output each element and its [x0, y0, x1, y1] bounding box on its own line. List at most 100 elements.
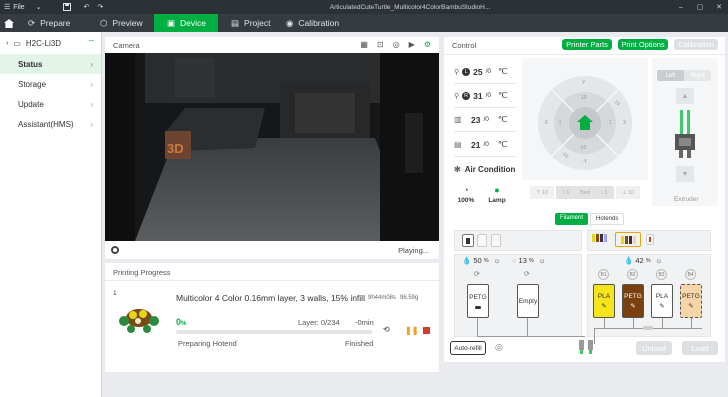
refresh-icon[interactable]: ⟲ [383, 325, 390, 334]
slot-refresh-icon[interactable]: ⟳ [474, 270, 480, 278]
jog-inner-down[interactable]: -10 [579, 145, 586, 151]
redo-icon[interactable]: ↷ [93, 0, 107, 14]
device-name: H2C-Li3D [25, 38, 62, 48]
printer-parts-button[interactable]: Printer Parts [562, 39, 612, 50]
stop-button[interactable] [423, 327, 430, 334]
tab-filament[interactable]: Filament [555, 213, 589, 225]
bed-down-1[interactable]: ↓ 1 [594, 186, 614, 199]
slot-dot [624, 235, 628, 244]
save-icon[interactable] [59, 0, 75, 14]
jog-y-down[interactable]: -Y [582, 159, 587, 165]
fan-speed[interactable]: ◔ 100% [457, 185, 475, 204]
arrow-down-icon: ↓ [600, 189, 604, 196]
menu-button[interactable]: ☰ File ⌄ [0, 0, 45, 14]
minimize-icon[interactable]: – [672, 0, 690, 14]
slot-material: PETG [469, 293, 487, 301]
recording-icon[interactable]: ⊡ [377, 40, 384, 49]
sidebar-item-assistant[interactable]: Assistant(HMS) › [0, 114, 101, 134]
tab-preview[interactable]: ⬡ Preview [78, 14, 154, 32]
air-condition-button[interactable]: ✼ Air Condition [454, 165, 515, 174]
temp-target: /0 [483, 141, 489, 148]
jog-inner-left[interactable]: -1 [557, 120, 561, 126]
print-stage: Preparing Hotend [178, 339, 237, 348]
ams-unit-button[interactable] [491, 234, 501, 247]
ams-unit-button[interactable] [462, 234, 474, 247]
progress-percent: 0% [176, 317, 186, 327]
chevron-down-icon: ⌄ [35, 4, 42, 11]
lamp-button[interactable]: ● Lamp [486, 185, 508, 204]
ams-unit-ht[interactable] [646, 234, 654, 245]
tab-calibration[interactable]: ◉ Calibration [280, 14, 347, 32]
wifi-icon: ⌔ [87, 38, 95, 47]
tab-label: Preview [112, 18, 143, 28]
unload-button[interactable]: Unload [636, 341, 672, 355]
bed-up-1[interactable]: ↑ 1 [556, 186, 576, 199]
jog-inner-up[interactable]: 10 [581, 95, 587, 101]
home-icon[interactable] [0, 14, 18, 32]
pause-button[interactable]: ❚❚ [405, 326, 418, 335]
svg-text:3D: 3D [167, 141, 184, 156]
ams-unit-4slot-icon[interactable] [592, 234, 607, 242]
edit-icon[interactable]: ✎ [630, 302, 635, 310]
jog-x-right[interactable]: X [623, 120, 626, 126]
finish-label: Finished [345, 339, 374, 348]
undo-icon[interactable]: ↶ [79, 0, 93, 14]
jog-x-left[interactable]: -X [543, 120, 548, 126]
extruder-down-button[interactable]: ▼ [676, 166, 694, 182]
temp-value: 25 [473, 66, 483, 77]
timelapse-icon[interactable]: ▦ [360, 40, 368, 49]
lamp-label: Lamp [488, 197, 506, 204]
extruder-up-button[interactable]: ▲ [676, 88, 694, 104]
filament-path [477, 336, 585, 337]
ams-unit-button[interactable] [477, 234, 487, 247]
calibration-button[interactable]: Calibration [674, 39, 718, 50]
filament-slot-a1[interactable]: PETG [467, 284, 489, 318]
filament-path [527, 318, 528, 336]
edit-icon[interactable]: ✎ [688, 302, 693, 310]
filament-slot-b2[interactable]: PETG ✎ [622, 284, 644, 318]
jog-inner-right[interactable]: 1 [609, 120, 612, 126]
filament-slot-a2[interactable]: Empty [517, 284, 539, 318]
nozzle-badge: R [462, 91, 471, 100]
chamber-temp: ▤ 21/0 ℃ [454, 139, 507, 150]
lamp-icon: ● [494, 185, 500, 195]
device-selector[interactable]: › ▭ H2C-Li3D ⌔ [0, 32, 101, 54]
ams-left-dryness: ○ 13% ☼ [512, 256, 546, 265]
tab-prepare[interactable]: ⟳ Prepare [18, 14, 78, 32]
tab-device[interactable]: ▣ Device [154, 14, 218, 32]
jog-y-label[interactable]: Y [582, 80, 585, 86]
tab-label: Calibration [298, 18, 340, 28]
settings-icon[interactable]: ⚙ [424, 40, 431, 49]
ams-unit-4slot-selected[interactable] [615, 232, 641, 247]
edit-icon[interactable]: ✎ [601, 302, 606, 310]
print-options-button[interactable]: Print Options [618, 39, 668, 50]
sidebar-item-status[interactable]: Status › [0, 54, 101, 74]
filament-slot-b1[interactable]: PLA ✎ [593, 284, 615, 318]
load-button[interactable]: Load [682, 341, 718, 355]
project-icon: ▤ [231, 17, 240, 28]
slot-material: PLA [655, 292, 669, 300]
sidebar-item-update[interactable]: Update › [0, 94, 101, 114]
filament-slot-b4[interactable]: PETG ✎ [680, 284, 702, 318]
bed-down-10[interactable]: ⇣ 10 [616, 186, 640, 199]
edit-icon[interactable]: ✎ [659, 302, 664, 310]
tab-project[interactable]: ▤ Project [218, 14, 280, 32]
slot-refresh-icon[interactable]: ⟳ [524, 270, 530, 278]
ams-left-humidity: 💧 50% ☼ [462, 256, 500, 265]
extruder-left-tab[interactable]: Left [657, 70, 684, 81]
job-name: Multicolor 4 Color 0.16mm layer, 3 walls… [176, 293, 365, 303]
maximize-icon[interactable]: ▢ [691, 0, 709, 14]
tab-hotends[interactable]: Hotends [590, 213, 625, 225]
sidebar-item-storage[interactable]: Storage › [0, 74, 101, 94]
video-icon[interactable]: ▶ [409, 40, 415, 49]
bed-up-10[interactable]: ⇡ 10 [530, 186, 554, 199]
refill-settings-icon[interactable]: ◎ [495, 342, 503, 353]
auto-refill-button[interactable]: Auto-refill [450, 341, 486, 355]
cube-icon: ⬡ [100, 17, 108, 28]
sidebar-item-label: Storage [18, 79, 47, 89]
webcam-icon[interactable]: ◎ [393, 40, 400, 49]
filament-slot-b3[interactable]: PLA ✎ [651, 284, 673, 318]
play-button[interactable] [111, 246, 119, 254]
close-icon[interactable]: ✕ [710, 0, 728, 14]
extruder-right-tab[interactable]: Right [684, 70, 711, 81]
